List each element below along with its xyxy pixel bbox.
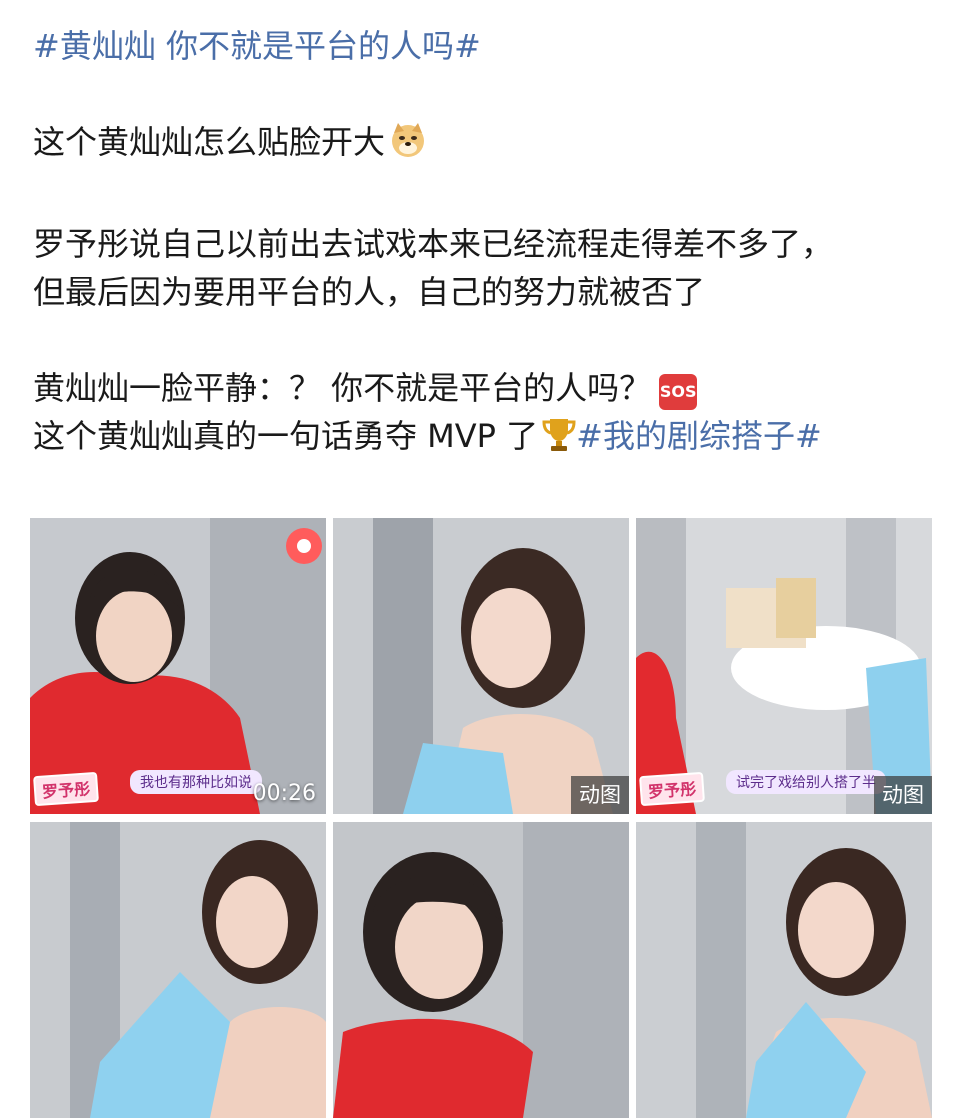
post-line-1-text: 这个黄灿灿怎么贴脸开大 (33, 123, 386, 161)
sos-icon: SOS (659, 374, 698, 410)
image-illustration (333, 822, 629, 1118)
post-line-4: 黄灿灿一脸平静：？ 你不就是平台的人吗？ SOS (33, 364, 933, 412)
media-tile-gif[interactable]: 动图 (333, 518, 629, 814)
caption-speaker-name: 罗予彤 (639, 771, 705, 807)
post-line-2: 罗予彤说自己以前出去试戏本来已经流程走得差不多了， (33, 225, 834, 263)
media-tile-video[interactable]: 罗予彤 我也有那种比如说 00:26 (30, 518, 326, 814)
gif-badge: 动图 (874, 776, 932, 814)
post-line-4-text: 黄灿灿一脸平静：？ 你不就是平台的人吗？ (33, 369, 652, 407)
gif-frame-illustration (333, 518, 629, 814)
post-topic-title[interactable]: #黄灿灿 你不就是平台的人吗# (33, 22, 933, 70)
post-line-5: 这个黄灿灿真的一句话勇夺 MVP 了 #我的剧综搭子# (33, 412, 933, 466)
video-duration: 00:26 (252, 781, 316, 806)
caption-speaker-name: 罗予彤 (33, 771, 99, 807)
media-tile-image[interactable] (333, 822, 629, 1118)
post-body: #黄灿灿 你不就是平台的人吗# 这个黄灿灿怎么贴脸开大 罗予彤说自己以前出去试戏… (33, 22, 933, 466)
gif-badge: 动图 (571, 776, 629, 814)
caption-subtitle: 我也有那种比如说 (130, 770, 262, 794)
trophy-icon (542, 417, 576, 466)
post-line-5-text: 这个黄灿灿真的一句话勇夺 MVP 了 (33, 417, 539, 455)
post-line-3: 但最后因为要用平台的人，自己的努力就被否了 (33, 273, 706, 311)
topic-link-drama-buddy[interactable]: #我的剧综搭子# (576, 417, 822, 455)
doge-icon (389, 121, 427, 172)
image-illustration (636, 822, 932, 1118)
caption-subtitle: 试完了戏给别人搭了半 (726, 770, 886, 794)
post-line-1: 这个黄灿灿怎么贴脸开大 (33, 118, 933, 172)
media-tile-image[interactable] (636, 822, 932, 1118)
media-tile-image[interactable] (30, 822, 326, 1118)
image-illustration (30, 822, 326, 1118)
media-tile-gif[interactable]: 罗予彤 试完了戏给别人搭了半 动图 (636, 518, 932, 814)
